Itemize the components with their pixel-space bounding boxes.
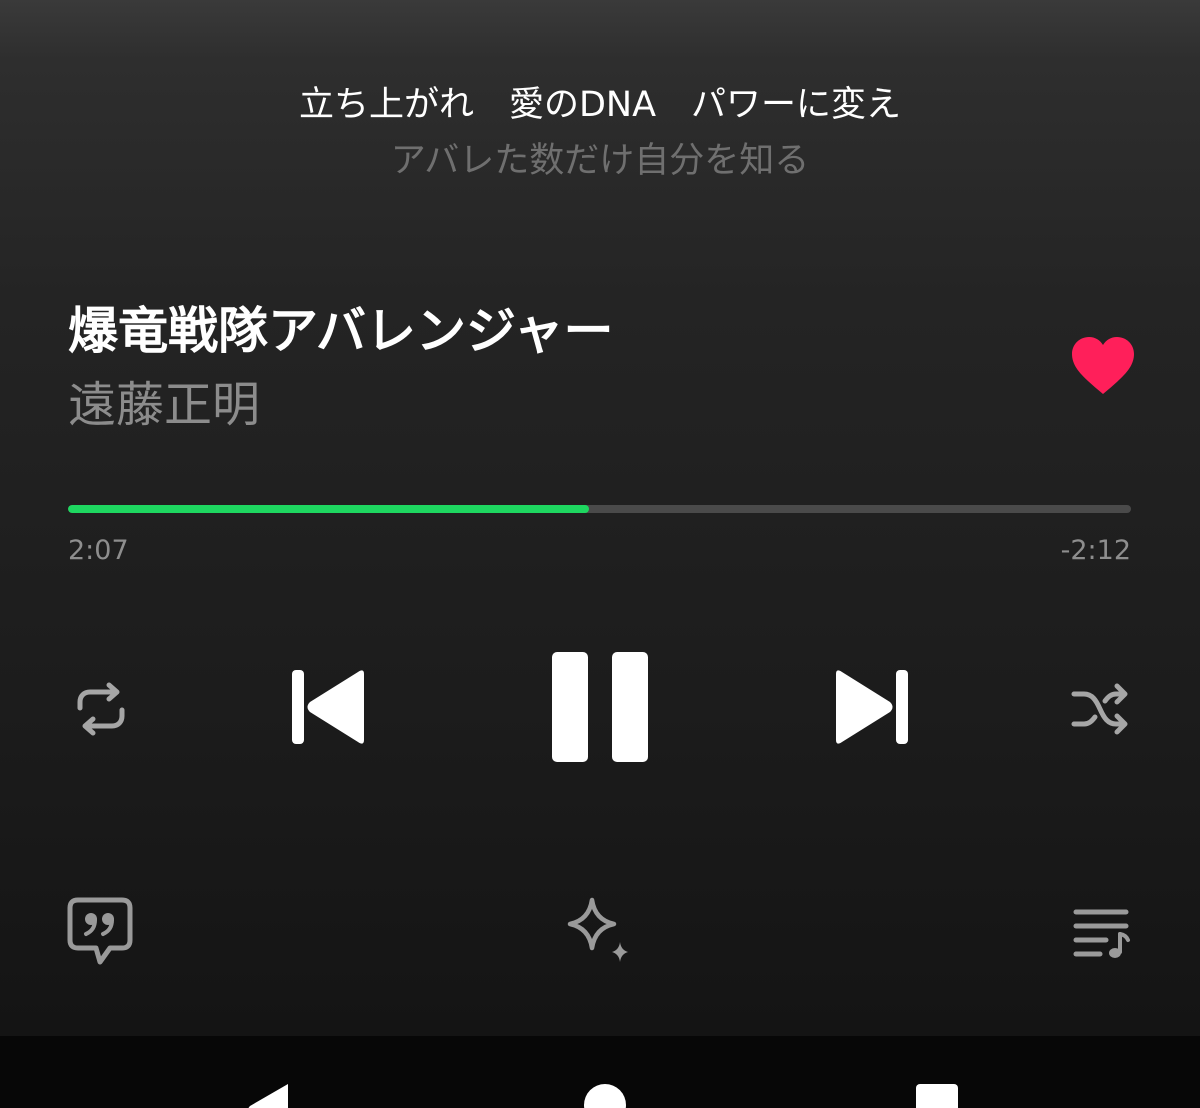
queue-music-icon[interactable] [1070,904,1134,962]
lyric-current-line[interactable]: 立ち上がれ 愛のDNA パワーに変え [0,80,1200,130]
repeat-icon[interactable] [72,680,130,738]
skip-previous-icon[interactable] [288,668,368,746]
progress-bar[interactable] [68,505,1131,513]
sparkle-icon[interactable] [562,896,638,968]
system-nav-bar [0,1036,1200,1108]
skip-next-icon[interactable] [832,668,912,746]
shuffle-icon[interactable] [1070,680,1130,738]
lyric-next-line[interactable]: アバレた数だけ自分を知る [0,136,1200,186]
progress-bar-fill [68,505,589,513]
track-artist[interactable]: 遠藤正明 [68,372,260,438]
recents-square-icon[interactable] [912,1080,962,1108]
back-triangle-icon[interactable] [244,1080,294,1108]
elapsed-time: 2:07 [68,535,129,566]
pause-icon[interactable] [548,650,652,764]
home-circle-icon[interactable] [580,1080,630,1108]
now-playing-screen: 立ち上がれ 愛のDNA パワーに変え アバレた数だけ自分を知る 爆竜戦隊アバレン… [0,0,1200,1108]
lyrics-quote-icon[interactable] [66,896,134,968]
heart-icon[interactable] [1070,336,1136,396]
remaining-time: -2:12 [1060,535,1131,566]
track-title[interactable]: 爆竜戦隊アバレンジャー [68,296,614,366]
